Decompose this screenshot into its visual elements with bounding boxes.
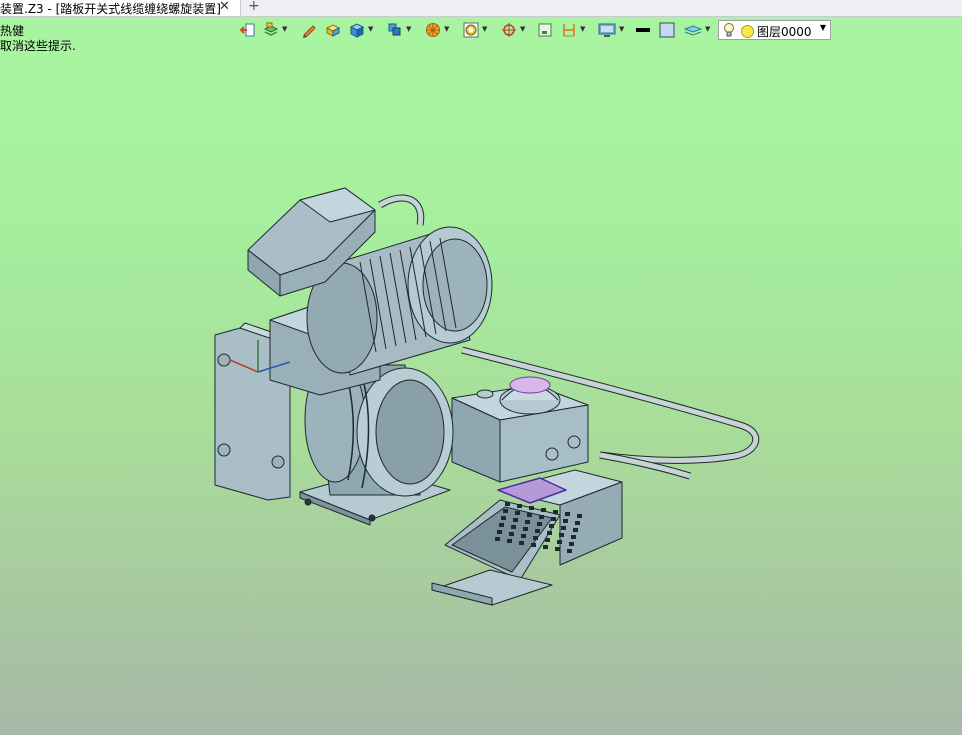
pedal-grip-cell bbox=[519, 541, 524, 545]
pedal-grip-cell bbox=[561, 526, 566, 530]
pedal-grip-cell bbox=[577, 514, 582, 518]
pedal-grip-cell bbox=[565, 512, 570, 516]
pedal-grip-cell bbox=[575, 521, 580, 525]
pedal-grip-cell bbox=[525, 520, 530, 524]
control-box[interactable] bbox=[451, 376, 589, 483]
pedal-grip-cell bbox=[531, 543, 536, 547]
pedal-grip-cell bbox=[563, 519, 568, 523]
pedal-grip-cell bbox=[537, 522, 542, 526]
pedal-grip-cell bbox=[517, 504, 522, 508]
pedal-grip-cell bbox=[503, 509, 508, 513]
pedal-grip-cell bbox=[501, 516, 506, 520]
pedal-grip-cell bbox=[533, 536, 538, 540]
pedal-grip-cell bbox=[495, 537, 500, 541]
pedal-grip-cell bbox=[553, 510, 558, 514]
cad-model[interactable] bbox=[214, 187, 760, 606]
pedal-grip-cell bbox=[571, 535, 576, 539]
pedal-grip-cell bbox=[573, 528, 578, 532]
pedal-grip-cell bbox=[543, 545, 548, 549]
pedal-grip-cell bbox=[547, 531, 552, 535]
pedal-grip-cell bbox=[521, 534, 526, 538]
pedal-grip-cell bbox=[527, 513, 532, 517]
pedal-grip-cell bbox=[557, 540, 562, 544]
pedal-grip-cell bbox=[559, 533, 564, 537]
pedal-grip-cell bbox=[499, 523, 504, 527]
pedal-grip-cell bbox=[539, 515, 544, 519]
pedal-grip-cell bbox=[515, 511, 520, 515]
pedal-grip-cell bbox=[569, 542, 574, 546]
pedal-grip-cell bbox=[545, 538, 550, 542]
pedal-grip-cell bbox=[523, 527, 528, 531]
pedal-grip-cell bbox=[551, 517, 556, 521]
pedal-grip-cell bbox=[497, 530, 502, 534]
pedal-grip-cell bbox=[509, 532, 514, 536]
pedal-grip-cell bbox=[567, 549, 572, 553]
pedal-grip-cell bbox=[549, 524, 554, 528]
3d-viewport[interactable] bbox=[0, 0, 962, 735]
pedal-grip-cell bbox=[555, 547, 560, 551]
pedal-grip-cell bbox=[505, 502, 510, 506]
pedal-grip-cell bbox=[529, 506, 534, 510]
pedal-grip-cell bbox=[511, 525, 516, 529]
pedal-grip-cell bbox=[535, 529, 540, 533]
pedal-grip-cell bbox=[513, 518, 518, 522]
pedal-grip-cell bbox=[541, 508, 546, 512]
pedal-grip-cell bbox=[507, 539, 512, 543]
